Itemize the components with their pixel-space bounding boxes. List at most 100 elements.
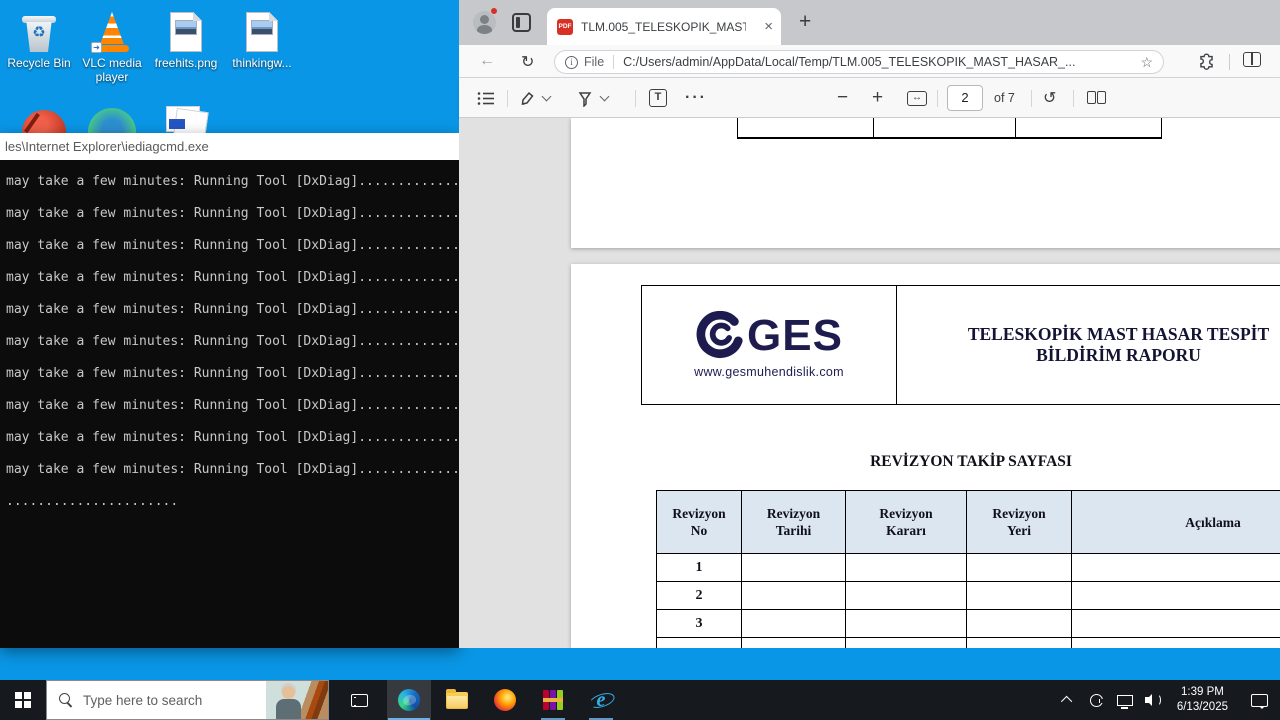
pdfbar-divider <box>507 90 508 107</box>
revision-column-header: Revizyon Kararı <box>846 491 967 553</box>
page1-partial-table <box>737 118 1162 139</box>
vlc-cone-icon: ➜ <box>75 8 149 53</box>
chevron-up-icon <box>1060 695 1073 708</box>
desktop: { "desktop": { "icons": [ { "label": "Re… <box>0 0 1280 720</box>
refresh-button[interactable]: ↻ <box>521 52 534 72</box>
split-screen-icon[interactable] <box>1243 52 1261 67</box>
revision-table-body: 1 2 3 <box>657 554 1280 638</box>
action-center-button[interactable] <box>1238 680 1280 720</box>
file-scheme-label: File <box>584 55 605 69</box>
console-title: les\Internet Explorer\iediagcmd.exe <box>5 139 209 154</box>
navigation-toolbar: ← ↻ i File C:/Users/admin/AppData/Local/… <box>459 45 1280 78</box>
task-view-button[interactable] <box>337 680 381 720</box>
search-daily-image[interactable] <box>266 681 328 719</box>
fit-to-width-icon[interactable]: ↔ <box>907 78 927 118</box>
console-title-bar[interactable]: les\Internet Explorer\iediagcmd.exe <box>0 133 459 160</box>
highlighter-dropdown-icon[interactable] <box>541 78 552 118</box>
edge-icon <box>398 689 420 711</box>
taskbar-search[interactable]: Type here to search <box>46 680 329 720</box>
revision-table-header: Revizyon No Revizyon Tarihi Revizyon Karar… <box>657 491 1280 554</box>
taskbar-firefox-button[interactable] <box>483 680 527 720</box>
network-icon <box>1116 694 1133 709</box>
revision-column-header: Açıklama <box>1072 491 1280 553</box>
tab-close-icon[interactable]: × <box>764 19 773 34</box>
clock-time: 1:39 PM <box>1181 686 1224 698</box>
volume-button[interactable] <box>1139 680 1167 720</box>
taskbar-ie-button[interactable]: e <box>579 680 623 720</box>
address-bar[interactable]: i File C:/Users/admin/AppData/Local/Temp… <box>554 50 1164 74</box>
more-tools-icon[interactable]: ··· <box>685 78 707 118</box>
tray-app-icon <box>1090 693 1105 707</box>
console-output: may take a few minutes: Running Tool [Dx… <box>0 160 459 494</box>
ges-logo-text: GES <box>747 311 843 360</box>
pdfbar-divider <box>937 90 938 107</box>
desktop-icon-label: Recycle Bin <box>7 56 71 70</box>
search-icon <box>59 693 73 707</box>
taskbar-explorer-button[interactable] <box>435 680 479 720</box>
console-line: may take a few minutes: Running Tool [Dx… <box>6 238 459 253</box>
page-number-input[interactable]: 2 <box>947 78 983 118</box>
revision-column-header: Revizyon Yeri <box>967 491 1072 553</box>
desktop-icon-vlc[interactable]: ➜ VLC media player <box>75 8 149 84</box>
desktop-icon-label: thinkingw... <box>232 56 292 70</box>
report-title-line2: BİLDİRİM RAPORU <box>1036 345 1201 365</box>
highlighter-icon[interactable] <box>519 78 536 118</box>
zoom-in-icon[interactable]: + <box>872 78 883 118</box>
taskbar-edge-button[interactable] <box>387 680 431 720</box>
desktop-icon-thinkingw[interactable]: thinkingw... <box>225 8 299 70</box>
desktop-icon-label: VLC media player <box>82 56 142 84</box>
tab-title: TLM.005_TELESKOPIK_MAST_HAS <box>581 19 746 34</box>
network-button[interactable] <box>1111 680 1139 720</box>
ges-website: www.gesmuhendislik.com <box>694 365 844 379</box>
start-button[interactable] <box>0 680 46 720</box>
pdf-page-1 <box>571 118 1280 248</box>
address-url: C:/Users/admin/AppData/Local/Temp/TLM.00… <box>623 55 1076 69</box>
taskbar-winrar-button[interactable] <box>531 680 575 720</box>
image-file-icon <box>149 8 223 52</box>
active-tab[interactable]: PDF TLM.005_TELESKOPIK_MAST_HAS × <box>547 8 781 45</box>
pen-dropdown-icon[interactable] <box>599 78 610 118</box>
add-text-icon[interactable]: T <box>649 78 667 118</box>
extensions-puzzle-icon[interactable] <box>1197 51 1216 75</box>
profile-alert-badge <box>490 7 498 15</box>
zoom-out-icon[interactable]: − <box>837 78 848 118</box>
revision-table-row-partial <box>657 638 1280 648</box>
partial-document-icon[interactable] <box>166 106 200 132</box>
toolbar-divider <box>1229 54 1230 70</box>
hidden-icons-chevron[interactable] <box>1053 680 1083 720</box>
revision-table-row: 1 <box>657 554 1280 582</box>
favorites-star-icon[interactable]: ☆ <box>1140 54 1153 71</box>
pdf-toolbar: T ··· − + ↔ 2 of 7 ↺ <box>459 78 1280 118</box>
console-line: may take a few minutes: Running Tool [Dx… <box>6 270 459 285</box>
recycle-bin-icon: ♻ <box>2 8 76 52</box>
search-placeholder: Type here to search <box>83 692 203 708</box>
file-explorer-icon <box>446 688 468 709</box>
console-tail-dots: ...................... <box>6 494 179 509</box>
rotate-icon[interactable]: ↺ <box>1043 78 1056 118</box>
report-title-line1: TELESKOPİK MAST HASAR TESPİT <box>967 323 1270 344</box>
console-line: may take a few minutes: Running Tool [Dx… <box>6 334 459 349</box>
winrar-icon <box>543 690 563 710</box>
pen-icon[interactable] <box>577 78 593 118</box>
internet-explorer-icon: e <box>590 689 612 711</box>
browser-window: PDF TLM.005_TELESKOPIK_MAST_HAS × + ← ↻ … <box>459 0 1280 648</box>
page-info-icon[interactable]: i <box>565 55 578 69</box>
desktop-icon-freehits[interactable]: freehits.png <box>149 8 223 70</box>
page-view-icon[interactable] <box>1087 78 1107 118</box>
logo-cell: GES www.gesmuhendislik.com <box>642 286 897 404</box>
clock-date: 6/13/2025 <box>1176 701 1228 713</box>
console-line: may take a few minutes: Running Tool [Dx… <box>6 430 459 445</box>
tab-actions-icon[interactable] <box>512 13 531 32</box>
revision-column-header: Revizyon Tarihi <box>742 491 846 553</box>
pdfbar-divider <box>1073 90 1074 107</box>
pdf-page-2: GES www.gesmuhendislik.com TELESKOPİK MA… <box>571 264 1280 648</box>
toc-icon[interactable] <box>477 78 495 118</box>
windows-logo-icon <box>15 692 31 708</box>
new-tab-button[interactable]: + <box>799 10 811 34</box>
tray-app-button[interactable] <box>1083 680 1111 720</box>
taskbar-clock[interactable]: 1:39 PM 6/13/2025 <box>1167 685 1238 715</box>
task-view-icon <box>350 693 368 707</box>
back-button[interactable]: ← <box>479 52 495 70</box>
report-header-table: GES www.gesmuhendislik.com TELESKOPİK MA… <box>641 285 1280 405</box>
desktop-icon-recycle-bin[interactable]: ♻ Recycle Bin <box>2 8 76 70</box>
